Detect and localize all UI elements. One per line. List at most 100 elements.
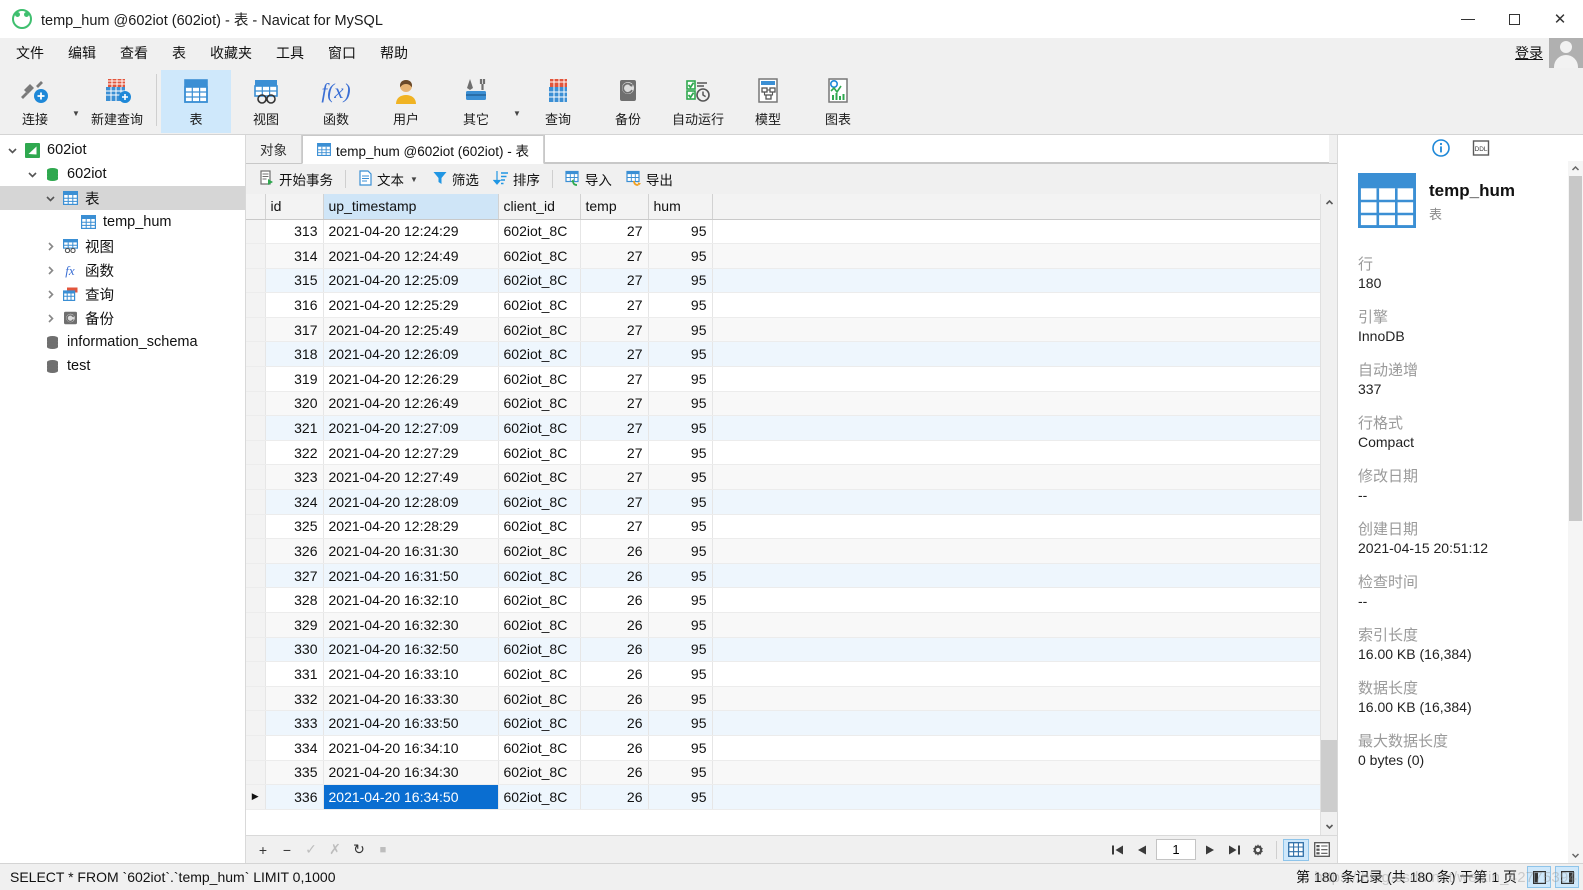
cell-id[interactable]: 320 [265,391,324,417]
cell-up_timestamp[interactable]: 2021-04-20 12:25:09 [323,268,499,294]
menu-favorites[interactable]: 收藏夹 [198,39,264,67]
menu-tools[interactable]: 工具 [264,39,316,67]
tree-node-database-information-schema[interactable]: information_schema [0,330,245,354]
cell-temp[interactable]: 26 [580,587,649,613]
cell-up_timestamp[interactable]: 2021-04-20 12:27:49 [323,464,499,491]
cell-up_timestamp[interactable]: 2021-04-20 12:25:49 [323,317,499,343]
row-marker[interactable] [246,514,266,540]
table-row[interactable]: 317 2021-04-20 12:25:49 602iot_8C 27 95 [246,317,1320,343]
cell-hum[interactable]: 95 [648,661,713,687]
table-row[interactable]: 325 2021-04-20 12:28:29 602iot_8C 27 95 [246,514,1320,540]
cell-hum[interactable]: 95 [648,563,713,589]
ribbon-chart-button[interactable]: 图表 [803,70,873,133]
cell-id[interactable]: 329 [265,612,324,638]
grid-vertical-scrollbar[interactable] [1320,194,1337,835]
cell-temp[interactable]: 27 [580,219,649,245]
cell-hum[interactable]: 95 [648,341,713,368]
row-marker[interactable] [246,686,266,712]
row-marker[interactable] [246,243,266,269]
login-link[interactable]: 登录 [1515,43,1543,63]
chevron-down-icon[interactable] [2,145,22,156]
close-button[interactable]: ✕ [1537,0,1583,38]
ribbon-view-button[interactable]: 视图 [231,70,301,133]
cell-hum[interactable]: 95 [648,587,713,613]
cell-id[interactable]: 325 [265,514,324,540]
tab-objects[interactable]: 对象 [246,135,302,163]
cell-temp[interactable]: 27 [580,440,649,466]
cell-client_id[interactable]: 602iot_8C [498,514,581,540]
cell-id[interactable]: 333 [265,710,324,736]
cell-id[interactable]: 322 [265,440,324,466]
table-row[interactable]: 318 2021-04-20 12:26:09 602iot_8C 27 95 [246,341,1320,368]
cell-id[interactable]: 317 [265,317,324,343]
row-marker[interactable] [246,292,266,318]
cell-up_timestamp[interactable]: 2021-04-20 16:33:50 [323,710,499,736]
row-marker[interactable] [246,219,266,245]
cell-hum[interactable]: 95 [648,710,713,736]
cell-id[interactable]: 336 [265,784,324,810]
table-row[interactable]: 327 2021-04-20 16:31:50 602iot_8C 26 95 [246,563,1320,589]
cell-temp[interactable]: 27 [580,317,649,343]
cell-hum[interactable]: 95 [648,538,713,564]
cell-id[interactable]: 332 [265,686,324,712]
row-marker[interactable] [246,415,266,441]
row-marker[interactable] [246,391,266,417]
table-row[interactable]: 334 2021-04-20 16:34:10 602iot_8C 26 95 [246,735,1320,761]
cell-client_id[interactable]: 602iot_8C [498,587,581,613]
row-marker[interactable] [246,735,266,761]
row-marker[interactable] [246,710,266,736]
column-header-up-timestamp[interactable]: up_timestamp [323,194,499,220]
cell-temp[interactable]: 27 [580,464,649,491]
chevron-right-icon[interactable] [40,313,60,324]
cell-client_id[interactable]: 602iot_8C [498,612,581,638]
cell-client_id[interactable]: 602iot_8C [498,440,581,466]
data-grid-scroll[interactable]: id up_timestamp client_id temp hum 313 20… [246,194,1320,835]
minimize-button[interactable] [1445,0,1491,38]
menu-edit[interactable]: 编辑 [56,39,108,67]
table-row[interactable]: 328 2021-04-20 16:32:10 602iot_8C 26 95 [246,587,1320,613]
table-row[interactable]: 321 2021-04-20 12:27:09 602iot_8C 27 95 [246,415,1320,441]
info-scrollbar-track[interactable] [1568,176,1583,848]
text-button[interactable]: 文本 ▼ [351,166,425,192]
cell-id[interactable]: 331 [265,661,324,687]
cell-up_timestamp[interactable]: 2021-04-20 12:26:49 [323,391,499,417]
ribbon-connection-button[interactable]: 连接 [0,70,70,133]
cell-temp[interactable]: 26 [580,563,649,589]
cell-id[interactable]: 330 [265,637,324,663]
info-scroll-down-icon[interactable] [1568,848,1583,863]
row-marker[interactable] [246,317,266,343]
ribbon-function-button[interactable]: f(x) 函数 [301,70,371,133]
status-panel-toggle-left[interactable] [1527,866,1551,888]
column-header-hum[interactable]: hum [648,194,713,220]
tree-node-functions-folder[interactable]: fx 函数 [0,258,245,282]
info-circle-icon[interactable] [1430,138,1452,158]
table-row[interactable]: ▶ 336 2021-04-20 16:34:50 602iot_8C 26 95 [246,784,1320,810]
chevron-right-icon[interactable] [40,289,60,300]
tree-node-backups-folder[interactable]: 备份 [0,306,245,330]
cell-temp[interactable]: 26 [580,661,649,687]
table-row[interactable]: 320 2021-04-20 12:26:49 602iot_8C 27 95 [246,391,1320,417]
cell-temp[interactable]: 27 [580,243,649,269]
first-page-button[interactable] [1106,839,1130,861]
previous-page-button[interactable] [1130,839,1154,861]
cell-temp[interactable]: 26 [580,612,649,638]
cell-up_timestamp[interactable]: 2021-04-20 16:31:50 [323,563,499,589]
table-row[interactable]: 316 2021-04-20 12:25:29 602iot_8C 27 95 [246,292,1320,318]
user-avatar-icon[interactable] [1549,38,1583,68]
cell-hum[interactable]: 95 [648,317,713,343]
filter-button[interactable]: 筛选 [425,166,486,192]
cell-client_id[interactable]: 602iot_8C [498,538,581,564]
menu-file[interactable]: 文件 [4,39,56,67]
table-row[interactable]: 329 2021-04-20 16:32:30 602iot_8C 26 95 [246,612,1320,638]
cell-temp[interactable]: 26 [580,686,649,712]
other-dropdown-caret-icon[interactable]: ▼ [511,109,523,118]
cell-id[interactable]: 328 [265,587,324,613]
grid-view-toggle[interactable] [1283,838,1309,861]
cell-temp[interactable]: 27 [580,514,649,540]
cell-client_id[interactable]: 602iot_8C [498,415,581,441]
table-row[interactable]: 324 2021-04-20 12:28:09 602iot_8C 27 95 [246,489,1320,515]
tree-node-queries-folder[interactable]: 查询 [0,282,245,306]
cell-client_id[interactable]: 602iot_8C [498,784,581,810]
cell-up_timestamp[interactable]: 2021-04-20 12:24:29 [323,219,499,245]
cell-hum[interactable]: 95 [648,366,713,392]
